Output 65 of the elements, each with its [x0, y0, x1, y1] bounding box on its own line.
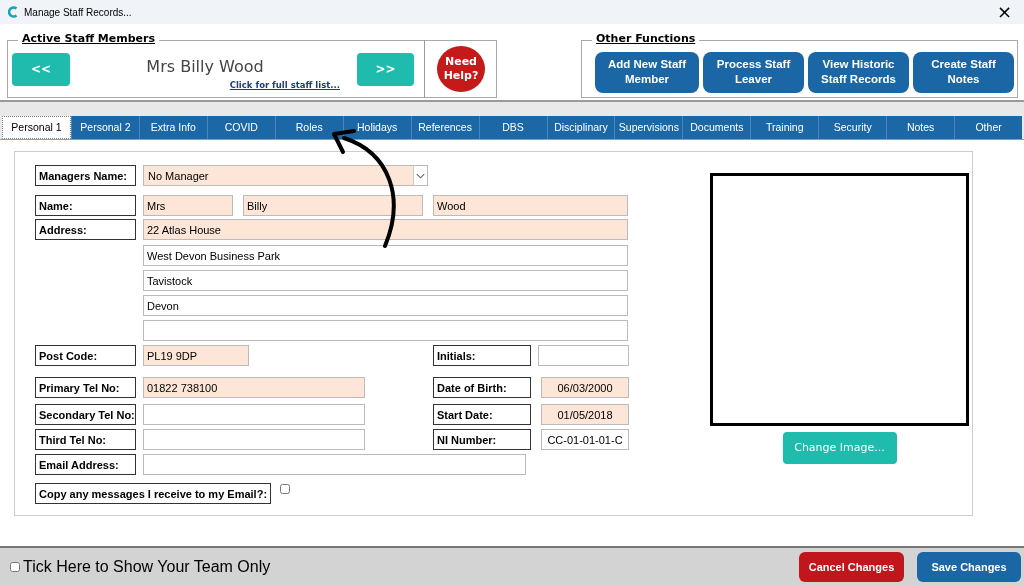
field-label: Address: [35, 219, 136, 240]
staff-list-link[interactable]: Click for full staff list... [229, 78, 340, 92]
close-button[interactable]: × [992, 3, 1016, 21]
input-field[interactable]: 06/03/2000 [541, 377, 629, 398]
field-label: Start Date: [433, 404, 531, 425]
tab[interactable]: Holidays [342, 116, 411, 139]
function-button[interactable]: View Historic Staff Records [808, 51, 909, 93]
tab[interactable]: Roles [274, 116, 343, 139]
tab[interactable]: Other [954, 116, 1023, 139]
tab[interactable]: COVID [206, 116, 275, 139]
tab[interactable]: Personal 2 [70, 116, 139, 139]
field-label: Managers Name: [35, 165, 136, 186]
help-button[interactable]: Need Help? [437, 46, 485, 92]
team-only-label: Tick Here to Show Your Team Only [23, 557, 271, 577]
window-title: Manage Staff Records... [24, 5, 132, 20]
field-label: Date of Birth: [433, 377, 531, 398]
copy-email-checkbox[interactable] [280, 484, 291, 494]
field-label: Primary Tel No: [35, 377, 136, 398]
field-label: Email Address: [35, 454, 136, 475]
input-field[interactable]: Billy [243, 195, 423, 216]
input-field[interactable]: Mrs [143, 195, 233, 216]
input-field[interactable]: PL19 9DP [143, 345, 249, 366]
input-field[interactable]: 22 Atlas House [143, 219, 628, 240]
function-button[interactable]: Add New Staff Member [595, 51, 699, 93]
tab[interactable]: Personal 1 [2, 116, 71, 139]
input-field[interactable]: West Devon Business Park [143, 245, 628, 266]
input-field[interactable] [143, 404, 365, 425]
cancel-button[interactable]: Cancel Changes [799, 552, 904, 582]
input-field[interactable]: Wood [433, 195, 628, 216]
input-field[interactable]: 01/05/2018 [541, 404, 629, 425]
tab[interactable]: References [410, 116, 479, 139]
input-field[interactable]: 01822 738100 [143, 377, 365, 398]
tab[interactable]: Extra Info [138, 116, 207, 139]
field-label: Name: [35, 195, 136, 216]
panel-legend: Active Staff Members [18, 32, 160, 46]
tab[interactable]: DBS [478, 116, 547, 139]
function-button[interactable]: Process Staff Leaver [703, 51, 804, 93]
tab[interactable]: Notes [886, 116, 955, 139]
input-field[interactable] [143, 454, 526, 475]
staff-name: Mrs Billy Wood [146, 55, 264, 78]
tab[interactable]: Disciplinary [546, 116, 615, 139]
field-label: Post Code: [35, 345, 136, 366]
function-button[interactable]: Create Staff Notes [913, 51, 1014, 93]
tab[interactable]: Security [818, 116, 887, 139]
input-field[interactable] [143, 320, 628, 341]
panel-legend: Other Functions [592, 32, 700, 46]
input-field[interactable] [538, 345, 629, 366]
field-label: Secondary Tel No: [35, 404, 136, 425]
manager-dropdown[interactable]: No Manager [143, 165, 428, 186]
input-field[interactable]: Tavistock [143, 270, 628, 291]
input-field[interactable] [143, 429, 365, 450]
dropdown-value: No Manager [147, 169, 210, 184]
team-only-checkbox[interactable] [10, 562, 20, 572]
tab[interactable]: Training [750, 116, 819, 139]
input-field[interactable]: CC-01-01-01-C [541, 429, 629, 450]
app-logo-icon [8, 6, 18, 18]
tab[interactable]: Supervisions [614, 116, 683, 139]
field-label: Third Tel No: [35, 429, 136, 450]
field-label: Initials: [433, 345, 531, 366]
caret-icon [413, 166, 427, 185]
input-field[interactable]: Devon [143, 295, 628, 316]
field-label: Copy any messages I receive to my Email?: [35, 483, 272, 504]
field-label: NI Number: [433, 429, 531, 450]
save-button[interactable]: Save Changes [917, 552, 1021, 582]
tab[interactable]: Documents [682, 116, 751, 139]
